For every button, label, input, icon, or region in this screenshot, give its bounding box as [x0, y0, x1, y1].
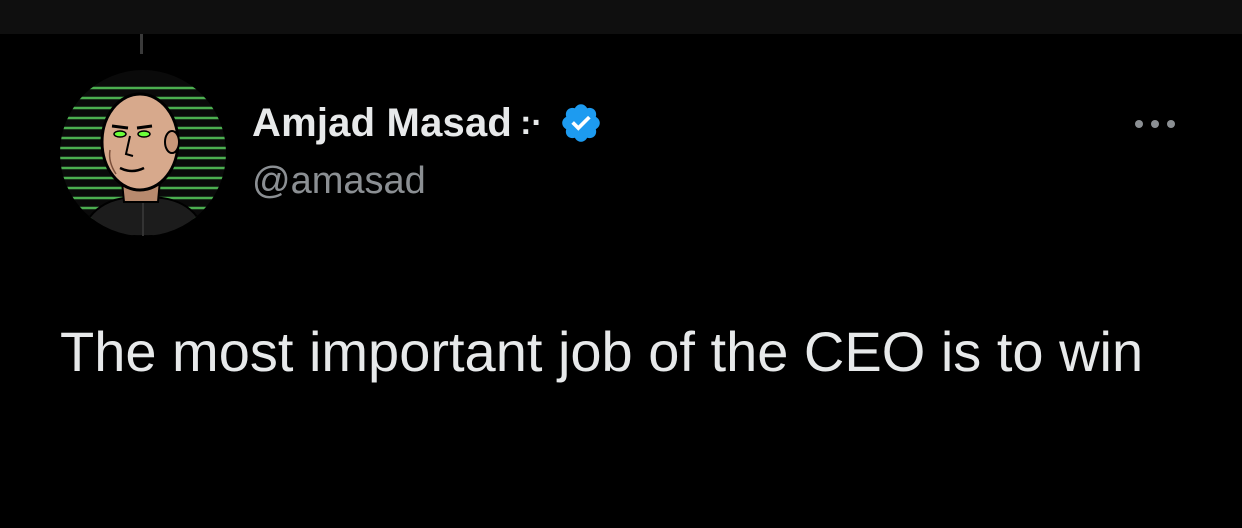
avatar-illustration: [60, 70, 226, 236]
verified-badge-icon: [559, 101, 603, 145]
top-bar: [0, 0, 1242, 34]
more-options-button[interactable]: [1130, 104, 1180, 144]
author-name-row: Amjad Masad :·: [252, 98, 603, 148]
avatar[interactable]: [60, 70, 226, 236]
tweet-text: The most important job of the CEO is to …: [60, 320, 1144, 383]
author-handle[interactable]: @amasad: [252, 160, 426, 203]
thread-connector-line: [140, 34, 143, 54]
more-dots-icon: [1135, 120, 1175, 128]
name-suffix: :·: [520, 103, 543, 142]
author-display-name[interactable]: Amjad Masad: [252, 101, 512, 146]
